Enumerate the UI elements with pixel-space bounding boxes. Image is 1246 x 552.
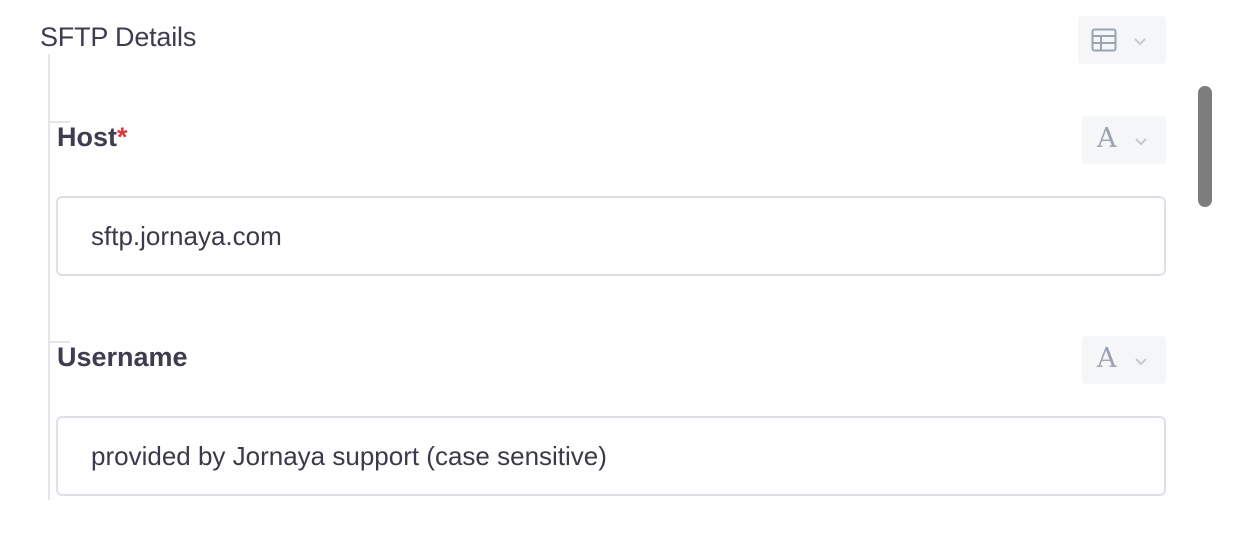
chevron-down-icon <box>1133 34 1147 52</box>
username-input[interactable] <box>56 416 1166 496</box>
username-type-dropdown[interactable]: A <box>1082 336 1166 384</box>
chevron-down-icon <box>1134 354 1148 372</box>
table-icon <box>1091 28 1117 57</box>
host-label: Host* <box>57 122 128 153</box>
host-input[interactable] <box>56 196 1166 276</box>
text-type-icon: A <box>1097 343 1117 374</box>
username-label: Username <box>57 342 188 372</box>
host-label-text: Host <box>57 122 117 152</box>
text-type-icon: A <box>1097 123 1117 154</box>
section-title: SFTP Details <box>40 22 197 52</box>
scrollbar-thumb[interactable] <box>1198 86 1212 207</box>
chevron-down-icon <box>1134 134 1148 152</box>
host-type-dropdown[interactable]: A <box>1082 116 1166 164</box>
sftp-details-section: SFTP Details Host* A Use <box>0 0 1246 552</box>
section-type-dropdown[interactable] <box>1078 16 1166 64</box>
required-marker: * <box>117 122 128 152</box>
